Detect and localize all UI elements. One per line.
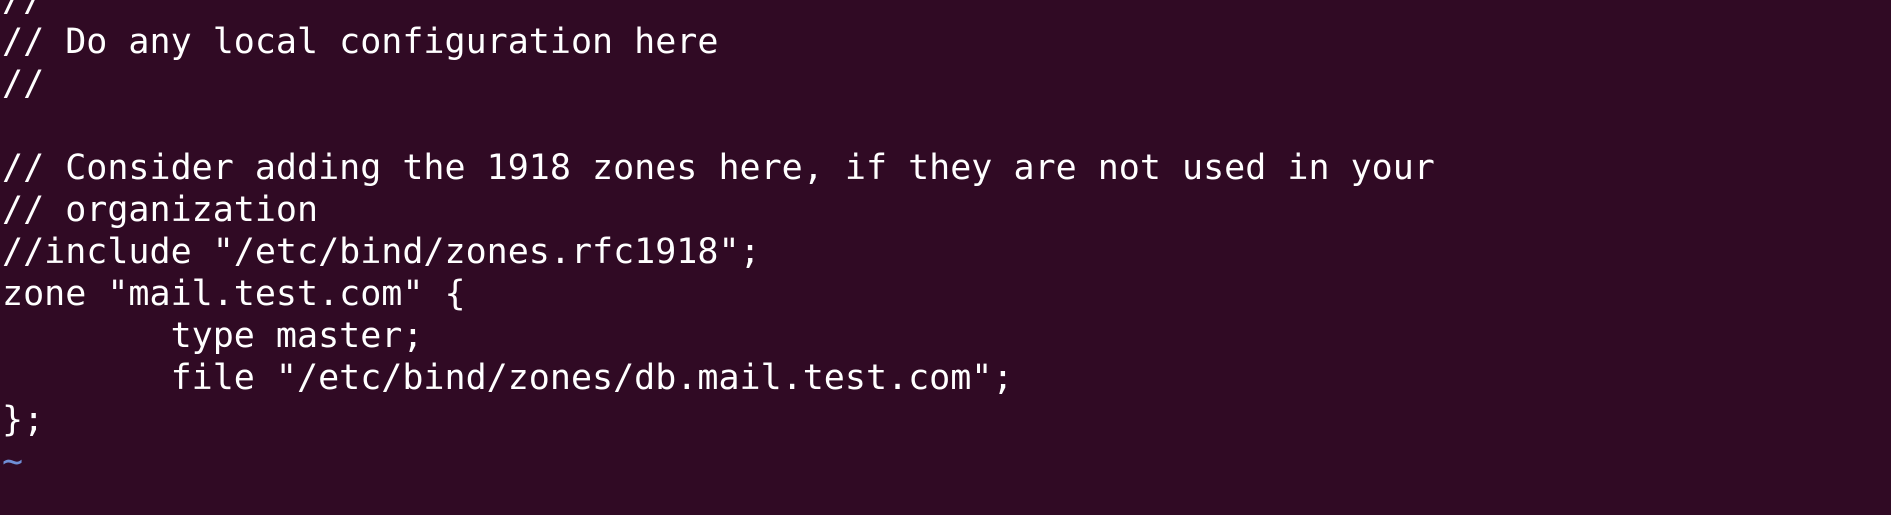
code-line-1: // [2,0,45,20]
code-line-9: type master; [2,316,424,356]
terminal-window[interactable]: // // Do any local configuration here //… [0,0,1891,515]
code-line-7: //include "/etc/bind/zones.rfc1918"; [2,232,761,272]
code-line-10: file "/etc/bind/zones/db.mail.test.com"; [2,358,1014,398]
editor-buffer[interactable]: // // Do any local configuration here //… [2,0,1435,483]
code-line-2: // Do any local configuration here [2,22,719,62]
code-line-3: // [2,64,45,104]
empty-line-marker: ~ [2,442,24,482]
code-line-5: // Consider adding the 1918 zones here, … [2,148,1435,188]
code-line-8: zone "mail.test.com" { [2,274,466,314]
code-line-6: // organization [2,190,319,230]
code-line-11: }; [2,400,45,440]
